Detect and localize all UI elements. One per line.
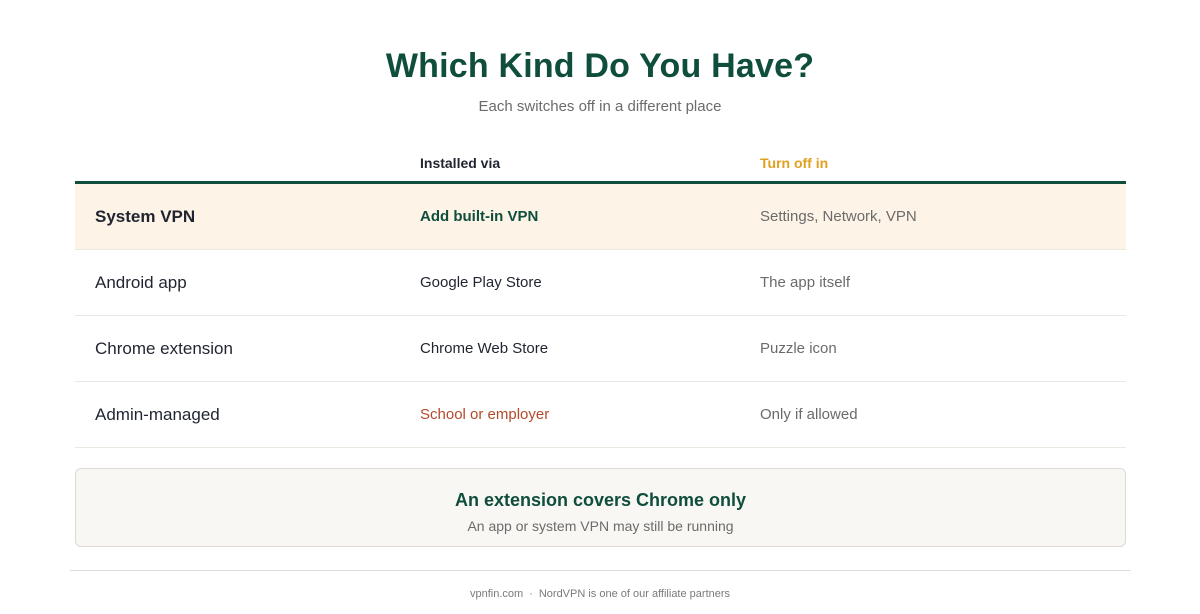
vpn-type-cell: Android app (95, 273, 187, 292)
vpn-type-cell: Admin-managed (95, 405, 220, 424)
table-row: System VPN Add built-in VPN Settings, Ne… (75, 184, 1126, 250)
vpn-type-cell: System VPN (95, 207, 196, 226)
column-header-turn-off-in: Turn off in (760, 155, 829, 171)
footer-site-link[interactable]: vpnfin.com (470, 588, 523, 600)
installed-via-cell: Chrome Web Store (420, 340, 549, 357)
page-subtitle: Each switches off in a different place (478, 98, 722, 115)
vpn-type-cell: Chrome extension (95, 339, 233, 358)
vpn-kind-table: Installed via Turn off in System VPN Add… (75, 142, 1126, 448)
footer-separator: · (529, 588, 533, 600)
table-header: Installed via Turn off in (75, 142, 1126, 184)
footer: vpnfin.com · NordVPN is one of our affilia… (0, 586, 1200, 602)
note-title: An extension covers Chrome only (454, 490, 747, 510)
table-row: Android app Google Play Store The app it… (75, 250, 1126, 316)
installed-via-cell: Add built-in VPN (420, 208, 539, 225)
installed-via-cell: School or employer (420, 406, 550, 423)
turn-off-in-cell: The app itself (760, 274, 851, 291)
turn-off-in-cell: Puzzle icon (760, 340, 837, 357)
page-title: Which Kind Do You Have? (385, 47, 815, 85)
note-subtitle: An app or system VPN may still be runnin… (467, 518, 734, 534)
footer-divider (70, 570, 1131, 571)
turn-off-in-cell: Settings, Network, VPN (760, 208, 917, 225)
turn-off-in-cell: Only if allowed (760, 406, 858, 423)
footer-disclosure: NordVPN is one of our affiliate partners (538, 588, 731, 600)
table-row: Chrome extension Chrome Web Store Puzzle… (75, 316, 1126, 382)
table-row: Admin-managed School or employer Only if… (75, 382, 1126, 448)
installed-via-cell: Google Play Store (420, 274, 542, 291)
column-header-installed-via: Installed via (420, 155, 501, 171)
info-note: An extension covers Chrome only An app o… (75, 468, 1126, 547)
page: Which Kind Do You Have? Each switches of… (0, 0, 1200, 614)
